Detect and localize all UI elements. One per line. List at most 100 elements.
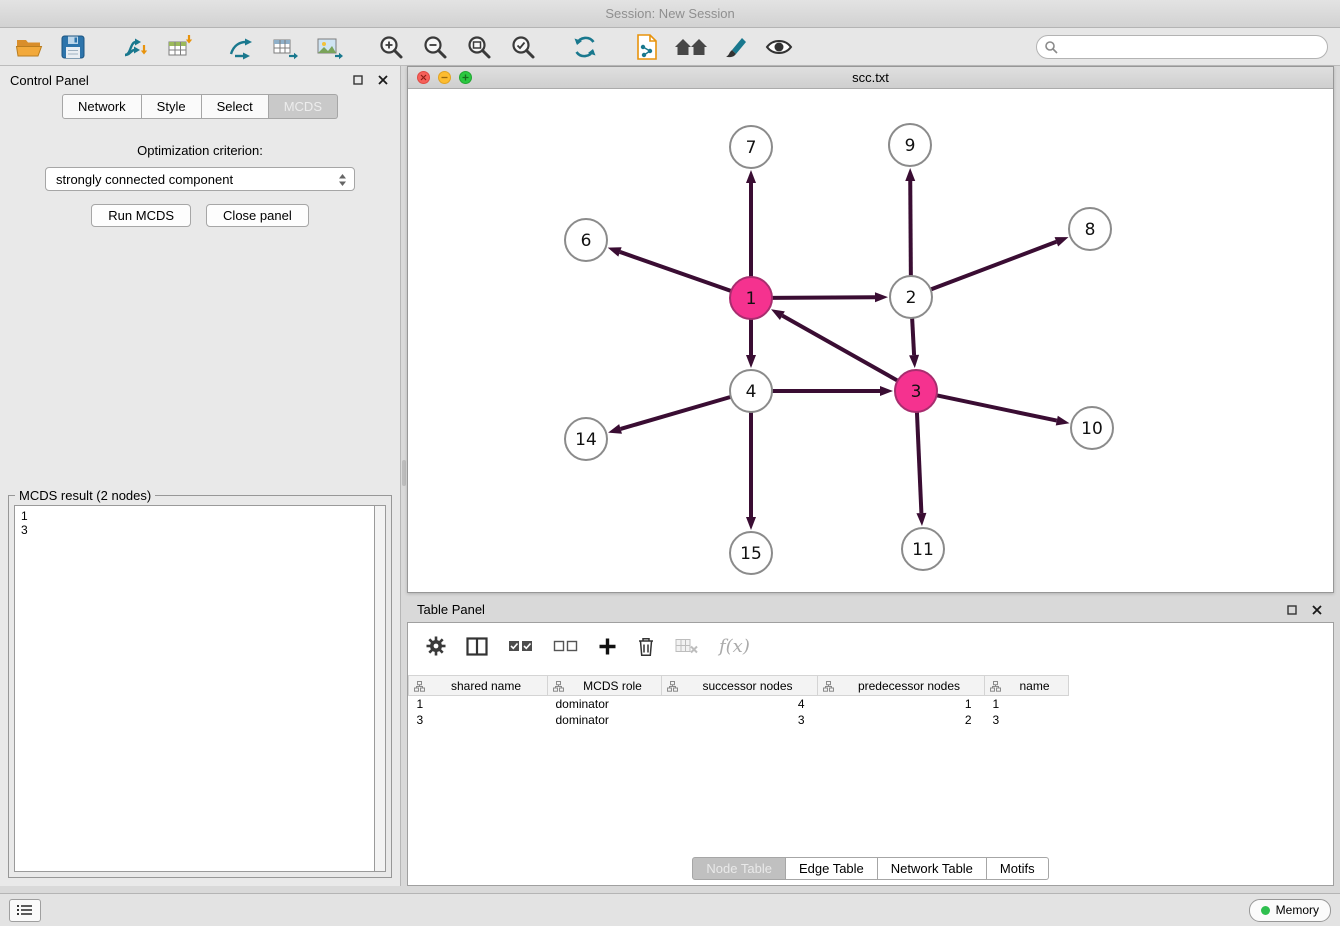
unselect-all-icon[interactable] [553,639,578,653]
table-settings-gear-icon[interactable] [426,636,446,656]
run-mcds-button[interactable]: Run MCDS [91,204,191,227]
network-view-window: scc.txt 7 9 6 8 1 2 4 3 14 10 15 11 [407,66,1334,593]
svg-text:2: 2 [906,288,917,308]
network-arrows-icon[interactable] [224,32,258,62]
graph-edge-3-10[interactable] [937,395,1057,420]
delete-row-trash-icon[interactable] [637,636,655,657]
column-header[interactable]: shared name [409,676,548,696]
search-input[interactable] [1036,35,1328,59]
splitter-grip[interactable] [402,460,406,486]
edge-arrowhead-icon [1055,237,1069,246]
export-table-icon[interactable] [268,32,302,62]
table-panel-tabs: Node Table Edge Table Network Table Moti… [408,857,1333,880]
graph-node-2[interactable]: 2 [890,276,932,318]
select-all-icon[interactable] [508,639,533,653]
graph-edge-1-6[interactable] [620,252,731,291]
apply-style-icon[interactable] [718,32,752,62]
edge-arrowhead-icon [608,247,622,256]
close-panel-icon[interactable] [376,73,390,87]
graph-node-7[interactable]: 7 [730,126,772,168]
graph-node-9[interactable]: 9 [889,124,931,166]
graph-edge-2-8[interactable] [931,242,1057,290]
node-table-wrap: shared nameMCDS rolesuccessor nodesprede… [408,675,1333,728]
table-panel: f(x) shared nameMCDS rolesuccessor nodes… [407,622,1334,886]
tab-network[interactable]: Network [62,94,142,119]
graph-edge-2-9[interactable] [910,181,911,276]
node-table-header-row: shared nameMCDS rolesuccessor nodesprede… [409,676,1069,696]
close-table-panel-icon[interactable] [1310,603,1324,617]
graph-node-3[interactable]: 3 [895,370,937,412]
column-tree-icon [414,681,425,692]
tab-motifs[interactable]: Motifs [987,857,1049,880]
new-network-document-icon[interactable] [630,32,664,62]
graph-node-6[interactable]: 6 [565,219,607,261]
search-field-wrap [1036,35,1328,59]
tab-network-table[interactable]: Network Table [878,857,987,880]
graph-node-8[interactable]: 8 [1069,208,1111,250]
network-window-titlebar[interactable]: scc.txt [408,67,1333,89]
split-panel-icon[interactable] [466,637,488,656]
graph-node-4[interactable]: 4 [730,370,772,412]
column-tree-icon [553,681,564,692]
zoom-in-icon[interactable] [374,32,408,62]
import-table-icon[interactable] [162,32,196,62]
edge-arrowhead-icon [771,309,785,320]
minimize-window-icon[interactable] [438,71,451,84]
graph-node-1[interactable]: 1 [730,277,772,319]
dropdown-stepper-icon [338,173,347,187]
maximize-window-icon[interactable] [459,71,472,84]
float-table-panel-icon[interactable] [1285,603,1299,617]
table-row[interactable]: 1dominator411 [409,696,1069,712]
graph-edge-3-1[interactable] [782,316,897,381]
refresh-layout-icon[interactable] [568,32,602,62]
network-tools-group [224,32,346,62]
criterion-dropdown[interactable]: strongly connected component [45,167,355,191]
table-panel-title: Table Panel [417,602,485,617]
task-history-button[interactable] [9,899,41,922]
tab-style[interactable]: Style [142,94,202,119]
tab-mcds[interactable]: MCDS [269,94,338,119]
close-panel-button[interactable]: Close panel [206,204,309,227]
column-header[interactable]: predecessor nodes [818,676,985,696]
svg-text:7: 7 [746,138,757,158]
graph-node-14[interactable]: 14 [565,418,607,460]
show-hide-icon[interactable] [762,32,796,62]
graph-edge-3-11[interactable] [917,412,921,513]
zoom-selected-icon[interactable] [506,32,540,62]
search-icon [1044,40,1058,54]
table-row[interactable]: 3dominator323 [409,712,1069,728]
mcds-result-text[interactable]: 1 3 [14,505,374,872]
network-graph[interactable]: 7 9 6 8 1 2 4 3 14 10 15 11 [408,89,1333,592]
result-scrollbar[interactable] [374,505,386,872]
tab-edge-table[interactable]: Edge Table [786,857,878,880]
graph-edge-2-3[interactable] [912,318,914,355]
tab-select[interactable]: Select [202,94,269,119]
zoom-group [374,32,540,62]
session-group [12,32,90,62]
graph-edge-4-14[interactable] [621,397,731,429]
svg-text:10: 10 [1081,419,1103,439]
column-header[interactable]: MCDS role [548,676,662,696]
home-layout-icon[interactable] [674,32,708,62]
memory-button[interactable]: Memory [1249,899,1331,922]
graph-edge-1-2[interactable] [772,297,875,298]
export-image-icon[interactable] [312,32,346,62]
graph-node-15[interactable]: 15 [730,532,772,574]
float-panel-icon[interactable] [351,73,365,87]
graph-node-10[interactable]: 10 [1071,407,1113,449]
column-tree-icon [823,681,834,692]
open-session-icon[interactable] [12,32,46,62]
zoom-out-icon[interactable] [418,32,452,62]
import-group [118,32,196,62]
column-header[interactable]: successor nodes [662,676,818,696]
column-header[interactable]: name [985,676,1069,696]
graph-node-11[interactable]: 11 [902,528,944,570]
zoom-fit-icon[interactable] [462,32,496,62]
close-window-icon[interactable] [417,71,430,84]
save-session-icon[interactable] [56,32,90,62]
tab-node-table[interactable]: Node Table [692,857,786,880]
svg-text:9: 9 [905,136,916,156]
import-network-icon[interactable] [118,32,152,62]
add-row-icon[interactable] [598,637,617,656]
svg-text:3: 3 [911,382,922,402]
